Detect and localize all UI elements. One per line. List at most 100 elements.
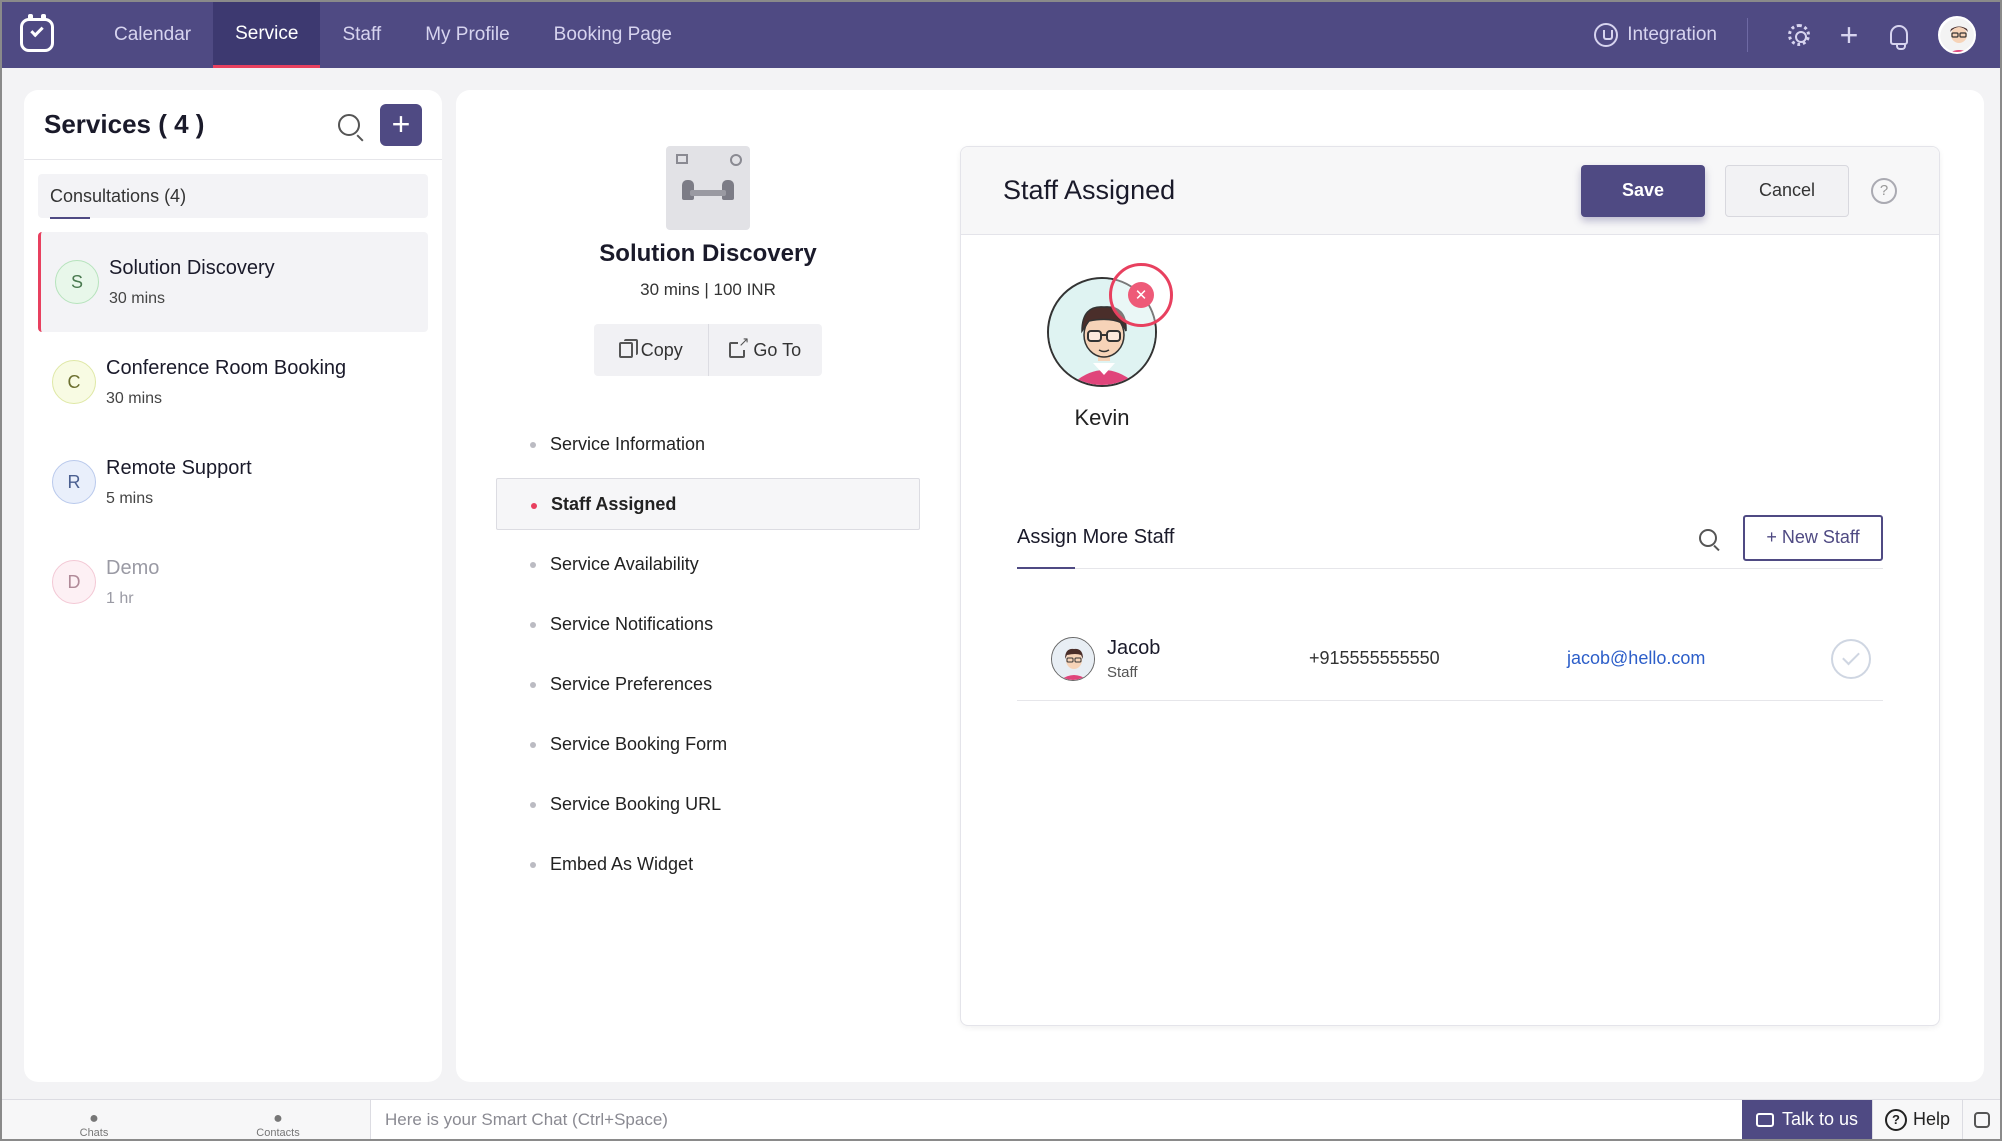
integration-label: Integration <box>1627 24 1717 45</box>
menu-item-service-booking-form[interactable]: Service Booking Form <box>496 718 920 770</box>
remove-staff-button[interactable]: ✕ <box>1109 263 1173 327</box>
copy-label: Copy <box>640 339 683 360</box>
external-link-icon <box>729 334 750 358</box>
nav-tab-staff[interactable]: Staff <box>320 2 403 68</box>
go-to-button[interactable]: Go To <box>707 324 823 376</box>
nav-tab-service[interactable]: Service <box>213 2 321 68</box>
go-to-label: Go To <box>753 339 802 360</box>
menu-item-service-information[interactable]: Service Information <box>496 418 920 470</box>
nav-divider <box>1747 18 1748 52</box>
contact-person-icon: ● <box>273 1109 283 1127</box>
service-detail-title: Solution Discovery <box>599 240 817 267</box>
top-navigation-bar: Calendar Service Staff My Profile Bookin… <box>2 2 2000 68</box>
card-header: Staff Assigned Save Cancel ? <box>961 147 1939 235</box>
service-duration: 30 mins <box>109 289 166 307</box>
nav-right-actions: Integration + <box>1594 2 2000 68</box>
staff-avatar <box>1051 636 1095 681</box>
chat-icon <box>1755 1112 1774 1127</box>
service-group-consultations[interactable]: Consultations (4) <box>38 174 428 219</box>
service-actions: Copy Go To <box>594 324 822 376</box>
settings-gear-icon[interactable] <box>1786 22 1812 48</box>
select-staff-checkbox[interactable] <box>1831 638 1871 679</box>
assigned-staff-name: Kevin <box>1074 405 1130 430</box>
help-label: Help <box>1912 1109 1951 1129</box>
chats-button[interactable]: ● Chats <box>2 1100 186 1140</box>
service-detail-panel: Solution Discovery 30 mins | 100 INR Cop… <box>456 90 1984 1082</box>
staff-list-row[interactable]: Jacob Staff +915555555550 jacob@hello.co… <box>1017 617 1883 701</box>
copy-icon <box>618 339 638 358</box>
support-icon[interactable] <box>1962 1099 2000 1139</box>
service-detail-meta: 30 mins | 100 INR <box>640 280 776 299</box>
services-panel: Services ( 4 ) + Consultations (4) S Sol… <box>24 90 442 1082</box>
service-item-solution-discovery[interactable]: S Solution Discovery 30 mins <box>38 232 428 332</box>
close-icon: ✕ <box>1128 282 1154 308</box>
chats-label: Chats <box>79 1126 109 1139</box>
service-initial-badge: D <box>52 560 96 604</box>
help-icon: ? <box>1884 1108 1907 1131</box>
add-service-button[interactable]: + <box>380 103 422 146</box>
app-window: Calendar Service Staff My Profile Bookin… <box>0 0 2002 1141</box>
card-title: Staff Assigned <box>1003 175 1176 205</box>
service-item-demo[interactable]: D Demo 1 hr <box>38 532 428 632</box>
integration-link[interactable]: Integration <box>1594 23 1717 47</box>
staff-name: Jacob <box>1107 636 1161 659</box>
talk-to-us-button[interactable]: Talk to us <box>1742 1099 1872 1139</box>
staff-email-link[interactable]: jacob@hello.com <box>1567 648 1705 669</box>
notification-bell-icon[interactable] <box>1886 22 1912 50</box>
service-name: Remote Support <box>106 456 252 479</box>
nav-tab-calendar[interactable]: Calendar <box>92 2 213 68</box>
service-initial-badge: R <box>52 460 96 504</box>
menu-item-label: Embed As Widget <box>550 853 694 874</box>
staff-name-block: Jacob Staff <box>1107 637 1160 681</box>
menu-item-label: Service Information <box>550 433 706 454</box>
menu-item-service-availability[interactable]: Service Availability <box>496 538 920 590</box>
contacts-button[interactable]: ● Contacts <box>186 1100 370 1140</box>
services-title: Services ( 4 ) <box>44 109 205 139</box>
new-staff-button[interactable]: + New Staff <box>1743 514 1883 561</box>
copy-button[interactable]: Copy <box>594 324 708 376</box>
service-item-remote-support[interactable]: R Remote Support 5 mins <box>38 432 428 532</box>
service-thumbnail-image <box>666 146 750 230</box>
menu-item-staff-assigned[interactable]: Staff Assigned <box>496 478 920 530</box>
smart-chat-input[interactable]: Here is your Smart Chat (Ctrl+Space) <box>371 1099 1742 1139</box>
search-icon[interactable] <box>1699 528 1717 547</box>
save-button[interactable]: Save <box>1581 164 1705 217</box>
app-logo-icon[interactable] <box>20 14 54 52</box>
menu-item-label: Service Availability <box>550 553 699 574</box>
nav-tab-my-profile[interactable]: My Profile <box>403 2 531 68</box>
service-name: Demo <box>106 556 160 579</box>
talk-label: Talk to us <box>1781 1109 1859 1129</box>
service-duration: 30 mins <box>106 389 163 407</box>
add-plus-icon[interactable]: + <box>1836 19 1862 51</box>
menu-item-label: Service Booking URL <box>550 793 722 814</box>
help-button[interactable]: ? Help <box>1872 1099 1962 1139</box>
staff-role: Staff <box>1107 663 1138 681</box>
menu-item-embed-as-widget[interactable]: Embed As Widget <box>496 838 920 890</box>
contacts-label: Contacts <box>256 1126 300 1139</box>
staff-assigned-card: Staff Assigned Save Cancel ? Kevin ✕ Ass… <box>960 146 1940 1026</box>
assign-more-title: Assign More Staff <box>1017 526 1175 548</box>
user-avatar[interactable] <box>1938 16 1976 54</box>
search-icon[interactable] <box>338 113 360 136</box>
menu-item-label: Service Notifications <box>550 613 714 634</box>
menu-item-label: Service Preferences <box>550 673 713 694</box>
service-duration: 1 hr <box>106 589 134 607</box>
integration-icon <box>1594 23 1619 47</box>
nav-tab-booking-page[interactable]: Booking Page <box>532 2 694 68</box>
staff-phone: +915555555550 <box>1309 648 1440 668</box>
assign-more-staff-header: Assign More Staff + New Staff <box>1017 507 1883 569</box>
services-header: Services ( 4 ) + <box>24 90 442 160</box>
service-name: Conference Room Booking <box>106 356 347 379</box>
service-item-conference-room-booking[interactable]: C Conference Room Booking 30 mins <box>38 332 428 432</box>
cancel-button[interactable]: Cancel <box>1725 164 1849 217</box>
menu-item-service-booking-url[interactable]: Service Booking URL <box>496 778 920 830</box>
menu-item-service-preferences[interactable]: Service Preferences <box>496 658 920 710</box>
menu-item-service-notifications[interactable]: Service Notifications <box>496 598 920 650</box>
help-icon[interactable]: ? <box>1871 177 1897 204</box>
chat-bubble-icon: ● <box>89 1109 99 1127</box>
service-initial-badge: S <box>55 260 99 304</box>
service-settings-menu: Service Information Staff Assigned Servi… <box>496 418 920 898</box>
service-duration: 5 mins <box>106 489 154 507</box>
bottom-bar: ● Chats ● Contacts Here is your Smart Ch… <box>2 1099 2000 1139</box>
menu-item-label: Staff Assigned <box>551 493 677 514</box>
